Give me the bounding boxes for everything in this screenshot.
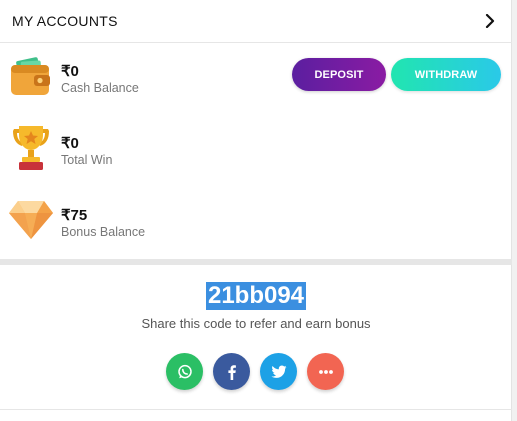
withdraw-button[interactable]: WITHDRAW	[391, 58, 501, 91]
twitter-share-button[interactable]	[260, 353, 297, 390]
facebook-share-button[interactable]	[213, 353, 250, 390]
cash-balance-label: Cash Balance	[61, 81, 139, 95]
cash-balance-amount: ₹0	[61, 63, 79, 80]
referral-description: Share this code to refer and earn bonus	[141, 316, 371, 331]
total-win-row: ₹0 Total Win	[0, 121, 512, 193]
referral-code-wrap: 21bb094	[0, 282, 512, 312]
my-accounts-title: MY ACCOUNTS	[12, 13, 118, 29]
whatsapp-icon	[177, 364, 192, 378]
bonus-balance-row: ₹75 Bonus Balance	[0, 193, 512, 265]
facebook-icon	[227, 364, 236, 380]
diamond-icon	[8, 197, 54, 243]
twitter-icon	[271, 365, 286, 378]
whatsapp-share-button[interactable]	[166, 353, 203, 390]
scroll-gutter	[512, 0, 517, 421]
bonus-balance-label: Bonus Balance	[61, 225, 146, 239]
referral-code[interactable]: 21bb094	[205, 282, 307, 310]
wallet-icon	[8, 55, 54, 101]
accounts-panel: MY ACCOUNTS ₹0 Cash Balance DEPOSIT WITH…	[0, 0, 512, 421]
more-icon	[318, 369, 333, 374]
bonus-balance-amount: ₹75	[61, 207, 88, 224]
section-divider	[0, 259, 512, 265]
deposit-button[interactable]: DEPOSIT	[292, 58, 386, 91]
total-win-amount: ₹0	[61, 135, 79, 152]
my-accounts-header[interactable]: MY ACCOUNTS	[0, 0, 512, 43]
trophy-icon	[8, 123, 54, 170]
chevron-right-icon[interactable]	[480, 11, 500, 31]
total-win-label: Total Win	[61, 153, 113, 167]
bottom-divider	[0, 409, 512, 410]
more-share-button[interactable]	[307, 353, 344, 390]
